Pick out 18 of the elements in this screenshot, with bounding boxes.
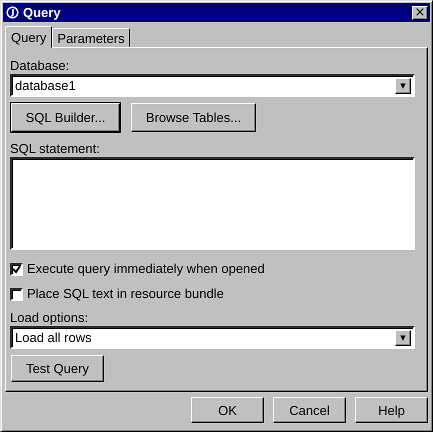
sql-text-area[interactable] (10, 157, 415, 250)
cancel-button[interactable]: Cancel (273, 397, 346, 423)
close-button[interactable]: × (412, 6, 428, 20)
database-label: Database: (10, 58, 70, 73)
checkbox-label: Execute query immediately when opened (27, 261, 265, 277)
tab[interactable]: Query (5, 26, 52, 48)
help-button[interactable]: Help (355, 397, 428, 423)
sql-statement-label: SQL statement: (10, 141, 101, 156)
tab[interactable]: Parameters (52, 28, 130, 47)
checkbox[interactable] (10, 262, 23, 276)
window-title: Query (23, 5, 62, 20)
load-options-label: Load options: (10, 310, 90, 325)
test-query-button[interactable]: Test Query (11, 355, 104, 382)
browse-tables-button[interactable]: Browse Tables... (131, 103, 256, 132)
ok-button[interactable]: OK (191, 397, 264, 423)
checkbox[interactable] (10, 288, 23, 300)
checkbox-label: Place SQL text in resource bundle (27, 286, 224, 302)
sql-builder-button[interactable]: SQL Builder... (11, 103, 120, 132)
